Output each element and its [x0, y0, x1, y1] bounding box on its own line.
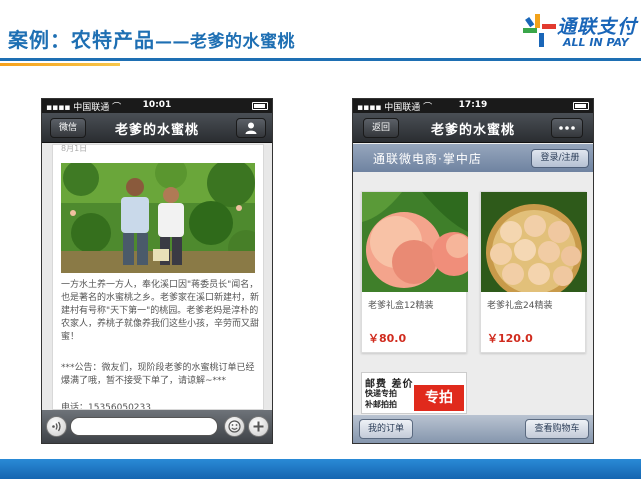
store-name: 通联微电商·掌中店 [373, 152, 482, 166]
battery-icon [252, 102, 268, 110]
nav-bar: 微信 老爹的水蜜桃 [42, 113, 272, 143]
logo-brand-text: 通联支付 [557, 16, 638, 38]
battery-icon [573, 102, 589, 110]
status-time: 17:19 [458, 100, 488, 110]
product-price: ￥80.0 [368, 332, 407, 345]
nav-bar: 返回 老爹的水蜜桃 [353, 113, 593, 143]
slide-title-prefix: 案例：农特产品 [8, 28, 155, 52]
message-input[interactable] [70, 417, 218, 436]
slide-title-suffix: 老爹的水蜜桃 [190, 32, 295, 52]
phone-wechat-account: ▪▪▪▪ 中国联通 ⌒ 10:01 微信 老爹的水蜜桃 8月1日 一方水土养一方… [41, 98, 273, 444]
promo-line3: 补邮拍拍 [365, 400, 397, 409]
person-icon [245, 122, 257, 134]
status-time: 10:01 [142, 100, 172, 110]
store-header: 通联微电商·掌中店 登录/注册 [353, 144, 593, 172]
login-register-button[interactable]: 登录/注册 [531, 149, 589, 168]
plus-button[interactable] [248, 416, 269, 437]
product-card[interactable]: 老爹礼盒12精装 ￥80.0 [361, 191, 468, 353]
plus-icon [253, 421, 264, 432]
header-accent-divider [0, 63, 120, 66]
logo-mark-icon [523, 14, 556, 47]
promo-line2: 快递专拍 [365, 389, 397, 398]
article-body: 一方水土养一方人，奉化溪口因"蒋委员长"闻名，也是著名的水蜜桃之乡。老爹家在溪口… [61, 280, 260, 342]
voice-icon [52, 421, 61, 432]
status-bar: ▪▪▪▪ 中国联通 ⌒ 10:01 [42, 99, 272, 113]
allinpay-logo: 通联支付 ALL IN PAY [521, 10, 637, 52]
footer-bar [0, 459, 641, 479]
product-card[interactable]: 老爹礼盒24精装 ￥120.0 [480, 191, 587, 353]
product-image [362, 192, 468, 292]
header-divider [0, 58, 641, 61]
emoji-icon [228, 420, 241, 433]
store-bottom-bar: 我的订单 查看购物车 [353, 415, 593, 443]
product-name: 老爹礼盒12精装 [368, 301, 434, 311]
slide-title: 案例：农特产品 —— 老爹的水蜜桃 [8, 24, 295, 52]
orchard-photo [61, 163, 255, 273]
chat-input-bar [42, 410, 272, 443]
logo-sub-text: ALL IN PAY [563, 36, 629, 49]
more-icon [559, 126, 575, 130]
phone-micro-store: ▪▪▪▪ 中国联通 ⌒ 17:19 返回 老爹的水蜜桃 通联微电商·掌中店 登录… [352, 98, 594, 444]
my-orders-button[interactable]: 我的订单 [359, 419, 413, 439]
product-price: ￥120.0 [487, 332, 533, 345]
more-button[interactable] [551, 118, 583, 138]
profile-button[interactable] [236, 118, 266, 138]
message-date: 8月1日 [61, 144, 88, 153]
view-cart-button[interactable]: 查看购物车 [525, 419, 589, 439]
voice-button[interactable] [46, 416, 67, 437]
emoji-button[interactable] [224, 416, 245, 437]
promo-badge: 专拍 [414, 385, 464, 411]
article-notice: ***公告：微友们，现阶段老爹的水蜜桃订单已经爆满了哦，暂不接受下单了，请谅解~… [61, 363, 255, 386]
postage-promo-banner[interactable]: 邮费 差价 快递专拍 补邮拍拍 专拍 [361, 372, 467, 414]
status-bar: ▪▪▪▪ 中国联通 ⌒ 17:19 [353, 99, 593, 113]
contact-phone: 电话：15356050233 [61, 403, 151, 410]
product-name: 老爹礼盒24精装 [487, 301, 553, 311]
message-card: 8月1日 一方水土养一方人，奉化溪口因"蒋委员长"闻名，也是著名的水蜜桃之乡。老… [52, 144, 264, 410]
slide-title-dash: —— [155, 32, 190, 52]
product-image [481, 192, 587, 292]
